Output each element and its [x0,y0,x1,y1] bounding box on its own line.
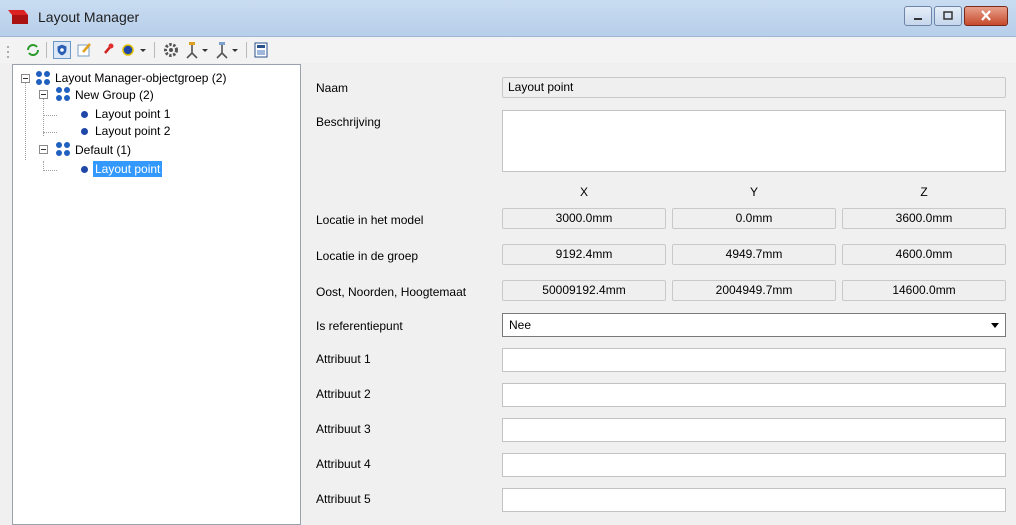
locatie-groep-y: 4949.7mm [672,244,836,265]
attribuut-1-label: Attribuut 1 [316,352,371,366]
referentiepunt-value: Nee [509,318,532,332]
close-button[interactable] [964,6,1008,26]
settings-icon[interactable] [162,41,180,59]
edit-icon[interactable] [75,41,93,59]
title-bar: Layout Manager [0,0,1016,37]
toolbar-grip-icon [7,46,9,58]
tree-item-label[interactable]: Layout point 2 [95,123,170,139]
window-title: Layout Manager [38,9,140,25]
beschrijving-label: Beschrijving [316,115,381,129]
naam-label: Naam [316,81,349,95]
toolbar-separator [46,42,47,58]
locatie-model-y: 0.0mm [672,208,836,229]
pin-icon[interactable] [99,41,117,59]
collapse-icon[interactable] [21,74,30,83]
collapse-icon[interactable] [39,145,48,154]
attribuut-5-field[interactable] [502,488,1006,512]
point-icon [81,128,88,135]
chevron-down-icon [991,323,999,328]
attribuut-4-label: Attribuut 4 [316,457,371,471]
tree-connector [25,78,26,160]
tree-item-label[interactable]: Layout point 1 [95,106,170,122]
attribuut-4-field[interactable] [502,453,1006,477]
tree-connector [43,132,57,133]
dot-dropdown-icon[interactable] [120,41,148,59]
tree-group-label[interactable]: Default (1) [75,142,131,158]
tree-item-label-selected[interactable]: Layout point [93,161,163,177]
tree-root-label[interactable]: Layout Manager-objectgroep (2) [55,70,226,86]
maximize-icon [943,11,953,20]
locatie-groep-z: 4600.0mm [842,244,1006,265]
group-icon [36,71,50,85]
attribuut-5-label: Attribuut 5 [316,492,371,506]
locatie-model-x: 3000.0mm [502,208,666,229]
tree-group-label[interactable]: New Group (2) [75,87,154,103]
minimize-icon [914,18,922,20]
calculator-icon[interactable] [252,41,270,59]
shield-icon[interactable] [53,41,71,59]
minimize-button[interactable] [904,6,932,26]
locatie-groep-label: Locatie in de groep [316,249,419,263]
attribuut-3-label: Attribuut 3 [316,422,371,436]
point-icon [81,166,88,173]
refresh-icon[interactable] [24,41,42,59]
point-icon [81,111,88,118]
collapse-icon[interactable] [39,90,48,99]
maximize-button[interactable] [934,6,962,26]
toolbar-separator [154,42,155,58]
tree-connector [43,170,57,171]
naam-field: Layout point [502,77,1006,98]
close-icon [981,10,991,21]
referentiepunt-label: Is referentiepunt [316,319,403,333]
tree-view[interactable]: Layout Manager-objectgroep (2) New Group… [12,64,301,525]
tree-connector [43,98,44,136]
beschrijving-field[interactable] [502,110,1006,172]
locatie-model-label: Locatie in het model [316,213,424,227]
oost-noorden-x: 50009192.4mm [502,280,666,301]
column-z-header: Z [920,185,928,199]
survey-icon[interactable] [184,41,210,59]
attribuut-3-field[interactable] [502,418,1006,442]
column-y-header: Y [749,185,758,199]
toolbar [0,37,1016,63]
locatie-model-z: 3600.0mm [842,208,1006,229]
attribuut-2-label: Attribuut 2 [316,387,371,401]
attribuut-1-field[interactable] [502,348,1006,372]
oost-noorden-z: 14600.0mm [842,280,1006,301]
referentiepunt-select[interactable]: Nee [502,313,1006,337]
tree-connector [43,115,57,116]
survey-icon[interactable] [214,41,240,59]
attribuut-2-field[interactable] [502,383,1006,407]
locatie-groep-x: 9192.4mm [502,244,666,265]
oost-noorden-y: 2004949.7mm [672,280,836,301]
toolbar-separator [246,42,247,58]
group-icon [56,87,70,101]
app-icon [8,10,28,24]
group-icon [56,142,70,156]
column-x-header: X [579,185,588,199]
oost-noorden-label: Oost, Noorden, Hoogtemaat [316,285,467,299]
